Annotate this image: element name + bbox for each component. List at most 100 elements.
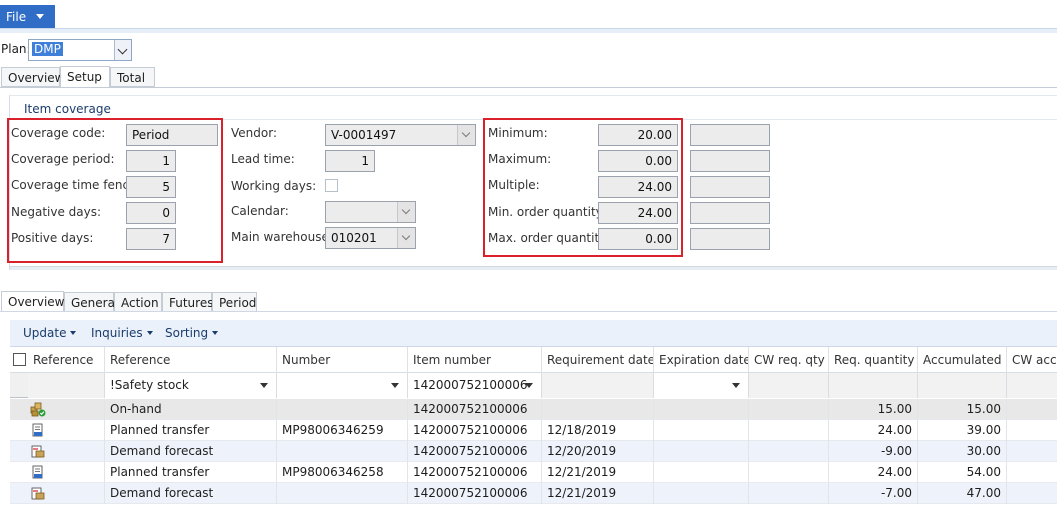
sorting-label: Sorting (165, 326, 209, 340)
chevron-down-icon (212, 331, 219, 335)
cell-cw-req-qty (748, 441, 828, 462)
calendar-field[interactable] (325, 201, 416, 223)
inquiries-menu-button[interactable]: Inquiries (91, 326, 153, 340)
cell-req-quantity: -7.00 (828, 483, 917, 504)
lead-time-field[interactable]: 1 (325, 150, 375, 172)
cell-req-quantity: 15.00 (828, 399, 917, 420)
col-header-reference-type[interactable]: Reference (28, 347, 104, 373)
cell-reference: On-hand (104, 399, 276, 420)
table-row[interactable]: Planned transfer MP98006346258 142000752… (10, 462, 1057, 483)
chevron-down-icon (36, 14, 45, 19)
filter-accumulated[interactable] (917, 373, 1006, 398)
chevron-down-icon (391, 383, 399, 388)
col-header-expiration-date[interactable]: Expiration date (653, 347, 748, 373)
filter-req-quantity[interactable] (828, 373, 917, 398)
tab-overview-lower[interactable]: Overview (1, 291, 65, 312)
cell-requirement-date: 12/21/2019 (541, 462, 653, 483)
main-warehouse-field[interactable]: 010201 (325, 227, 416, 249)
col-header-cw-acc[interactable]: CW acc (1006, 347, 1057, 373)
tab-label: Action (121, 296, 159, 310)
col-header-number[interactable]: Number (276, 347, 407, 373)
plan-label: Plan: (1, 42, 31, 56)
cell-cw-acc (1006, 420, 1057, 441)
filter-expiration-date[interactable] (653, 373, 748, 398)
cell-req-quantity: -9.00 (828, 441, 917, 462)
col-header-req-quantity[interactable]: Req. quantity (828, 347, 917, 373)
cell-expiration-date (653, 420, 748, 441)
file-menu-button[interactable]: File (0, 5, 55, 28)
extra-field[interactable] (690, 228, 770, 250)
chevron-down-icon[interactable] (397, 228, 415, 248)
tab-setup[interactable]: Setup (60, 66, 110, 88)
cell-accumulated: 15.00 (917, 399, 1006, 420)
filter-number[interactable] (276, 373, 407, 398)
select-all-checkbox[interactable] (13, 353, 26, 366)
filter-cw-req-qty[interactable] (748, 373, 828, 398)
cell-cw-acc (1006, 441, 1057, 462)
demand-forecast-icon (31, 445, 45, 458)
cell-requirement-date: 12/20/2019 (541, 441, 653, 462)
update-menu-button[interactable]: Update (23, 326, 77, 340)
vendor-label: Vendor: (231, 126, 277, 140)
tab-overview[interactable]: Overview (1, 67, 65, 87)
col-header-item-number[interactable]: Item number (407, 347, 541, 373)
col-header-reference[interactable]: Reference (104, 347, 276, 373)
cell-expiration-date (653, 441, 748, 462)
tab-futures[interactable]: Futures (162, 292, 214, 312)
tab-label: Total (117, 71, 146, 85)
table-row[interactable]: Demand forecast 142000752100006 12/21/20… (10, 483, 1057, 504)
file-menu-label: File (6, 9, 27, 24)
main-warehouse-value: 010201 (331, 231, 377, 245)
filter-reference-value: !Safety stock (110, 378, 189, 392)
tab-label: Overview (8, 295, 65, 309)
calendar-label: Calendar: (231, 204, 289, 218)
ribbon-divider (0, 29, 1057, 33)
col-header-cw-req-qty[interactable]: CW req. qty (748, 347, 828, 373)
cell-number: MP98006346258 (276, 462, 407, 483)
sorting-menu-button[interactable]: Sorting (165, 326, 219, 340)
col-header-requirement-date[interactable]: Requirement date (541, 347, 653, 373)
tab-action[interactable]: Action (114, 292, 162, 312)
filter-item-number[interactable]: 142000752100006 (407, 373, 541, 398)
extra-field[interactable] (690, 150, 770, 172)
table-row[interactable]: Demand forecast 142000752100006 12/20/20… (10, 441, 1057, 462)
col-header-accumulated[interactable]: Accumulated (917, 347, 1006, 373)
tab-period[interactable]: Period (212, 292, 257, 312)
vendor-field[interactable]: V-0001497 (325, 124, 476, 146)
cell-reference: Demand forecast (104, 441, 276, 462)
grid-filter-row: !Safety stock 142000752100006 (10, 373, 1057, 398)
tab-label: Futures (169, 296, 214, 310)
working-days-checkbox[interactable] (325, 179, 338, 192)
cell-requirement-date: 12/21/2019 (541, 483, 653, 504)
extra-field[interactable] (690, 176, 770, 198)
cell-cw-req-qty (748, 462, 828, 483)
filter-reference[interactable]: !Safety stock (104, 373, 276, 398)
table-row[interactable]: On-hand 142000752100006 15.00 15.00 (10, 399, 1057, 420)
requirements-grid: Reference Reference Number Item number R… (10, 347, 1057, 513)
cell-accumulated: 54.00 (917, 462, 1006, 483)
chevron-down-icon[interactable] (397, 202, 415, 222)
extra-field[interactable] (690, 124, 770, 146)
filter-cw-acc[interactable] (1006, 373, 1057, 398)
tab-general[interactable]: General (64, 292, 118, 312)
cell-item-number: 142000752100006 (407, 462, 541, 483)
chevron-down-icon[interactable] (114, 40, 131, 60)
cell-item-number: 142000752100006 (407, 441, 541, 462)
plan-combo[interactable]: DMP (28, 39, 132, 61)
table-row[interactable]: Planned transfer MP98006346259 142000752… (10, 420, 1057, 441)
cell-cw-acc (1006, 462, 1057, 483)
filter-reference-type[interactable] (28, 373, 104, 398)
tab-total[interactable]: Total (110, 67, 155, 87)
cell-cw-acc (1006, 399, 1057, 420)
extra-field[interactable] (690, 202, 770, 224)
tab-label: Setup (67, 70, 102, 84)
filter-requirement-date[interactable] (541, 373, 653, 398)
chevron-down-icon[interactable] (457, 125, 475, 145)
cell-number (276, 483, 407, 504)
chevron-down-icon (70, 331, 77, 335)
cell-reference: Planned transfer (104, 462, 276, 483)
highlight-coverage-box (7, 118, 223, 263)
cell-cw-req-qty (748, 420, 828, 441)
main-warehouse-label: Main warehouse: (231, 230, 333, 244)
filter-item-number-value: 142000752100006 (413, 378, 528, 392)
